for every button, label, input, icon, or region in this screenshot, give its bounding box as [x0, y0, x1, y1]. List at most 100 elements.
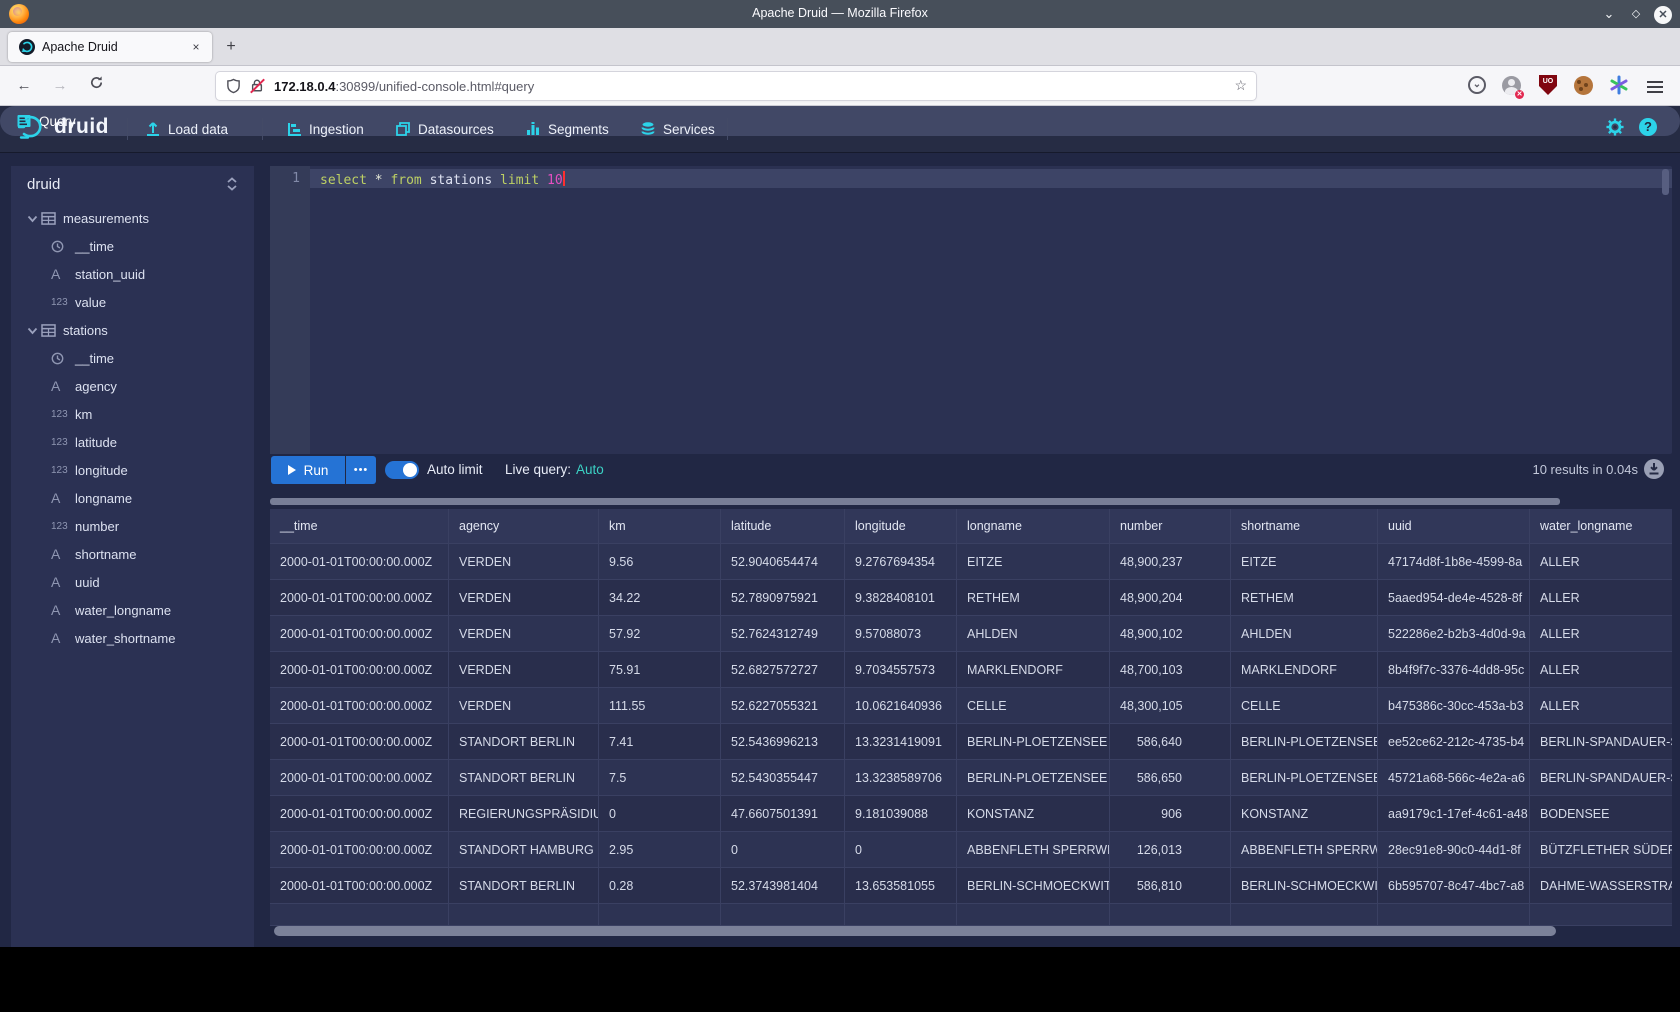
nav-datasources[interactable]: Datasources: [395, 117, 494, 141]
table-cell: [1378, 904, 1530, 925]
table-cell: 0: [599, 796, 721, 831]
forward-button[interactable]: →: [48, 74, 72, 98]
tree-column-number[interactable]: 123number: [11, 512, 254, 540]
column-header[interactable]: agency: [449, 509, 599, 543]
table-cell: 57.92: [599, 616, 721, 651]
tab-apache-druid[interactable]: Apache Druid ×: [8, 32, 212, 62]
table-row: 2000-01-01T00:00:00.000ZVERDEN75.9152.68…: [270, 652, 1672, 688]
nav-ingestion[interactable]: Ingestion: [286, 117, 364, 141]
table-cell: [270, 904, 449, 925]
string-type-icon: A: [51, 490, 75, 506]
column-header[interactable]: longname: [957, 509, 1110, 543]
tree-column-shortname[interactable]: Ashortname: [11, 540, 254, 568]
tree-column-__time[interactable]: __time: [11, 232, 254, 260]
tracking-shield-icon[interactable]: [226, 78, 241, 99]
table-cell: 586,810: [1110, 868, 1231, 903]
schema-name: druid: [27, 176, 60, 193]
table-cell: 906: [1110, 796, 1231, 831]
nav-services[interactable]: Services: [640, 117, 715, 141]
table-cell: 48,900,237: [1110, 544, 1231, 579]
table-row: 2000-01-01T00:00:00.000ZSTANDORT BERLIN7…: [270, 760, 1672, 796]
table-cell: STANDORT HAMBURG: [449, 832, 599, 867]
url-input[interactable]: 172.18.0.4:30899/unified-console.html#qu…: [216, 72, 1256, 100]
table-cell: VERDEN: [449, 580, 599, 615]
tree-column-longname[interactable]: Alongname: [11, 484, 254, 512]
table-horizontal-scrollbar-bottom[interactable]: [274, 926, 1556, 936]
tree-column-water_shortname[interactable]: Awater_shortname: [11, 624, 254, 652]
reload-button[interactable]: [84, 74, 108, 98]
run-more-button[interactable]: •••: [346, 456, 376, 484]
column-header[interactable]: uuid: [1378, 509, 1530, 543]
cookie-extension-icon[interactable]: [1572, 75, 1594, 97]
nav-query-active[interactable]: Query: [0, 106, 1680, 136]
tree-column-uuid[interactable]: Auuid: [11, 568, 254, 596]
firefox-window: Apache Druid — Mozilla Firefox ⌄ ◇ ✕ Apa…: [0, 0, 1680, 947]
sql-token: stations: [422, 173, 500, 188]
chevron-down-icon[interactable]: [27, 211, 41, 226]
nav-load-data[interactable]: Load data: [145, 117, 228, 141]
schema-sidebar: druid measurements__timeAstation_uuid123…: [11, 166, 254, 947]
schema-header[interactable]: druid: [27, 176, 238, 193]
table-cell: EITZE: [1231, 544, 1378, 579]
tab-close-icon[interactable]: ×: [188, 39, 204, 55]
tree-column-agency[interactable]: Aagency: [11, 372, 254, 400]
menu-hamburger-icon[interactable]: [1644, 75, 1666, 97]
tree-column-latitude[interactable]: 123latitude: [11, 428, 254, 456]
tab-bar: Apache Druid × +: [0, 28, 1680, 66]
insecure-lock-icon[interactable]: [250, 78, 266, 94]
extension-asterisk-icon[interactable]: [1608, 75, 1630, 97]
nav-separator: [127, 118, 128, 140]
tree-table-measurements[interactable]: measurements: [11, 204, 254, 232]
column-header[interactable]: latitude: [721, 509, 845, 543]
table-horizontal-scrollbar-top[interactable]: [270, 498, 1560, 505]
tree-column-value[interactable]: 123value: [11, 288, 254, 316]
column-header[interactable]: water_longname: [1530, 509, 1672, 543]
back-button[interactable]: ←: [12, 74, 36, 98]
nav-label: Load data: [168, 122, 228, 137]
table-cell: BERLIN-SPANDAUER-SCHIFFFAHRTSKANAL: [1530, 724, 1672, 759]
query-editor[interactable]: 1 select * from stations limit 10: [270, 166, 1672, 454]
sort-icon[interactable]: [226, 177, 238, 195]
tree-column-station_uuid[interactable]: Astation_uuid: [11, 260, 254, 288]
tree-column-label: longitude: [75, 463, 128, 478]
window-close-button[interactable]: ✕: [1652, 3, 1674, 25]
column-header[interactable]: longitude: [845, 509, 957, 543]
tree-column-km[interactable]: 123km: [11, 400, 254, 428]
column-header[interactable]: __time: [270, 509, 449, 543]
column-header[interactable]: shortname: [1231, 509, 1378, 543]
table-cell: BERLIN-SPANDAUER-SCHIFFFAHRTSKANAL: [1530, 760, 1672, 795]
column-header[interactable]: number: [1110, 509, 1231, 543]
tree-column-label: __time: [75, 239, 114, 254]
nav-segments[interactable]: Segments: [525, 117, 609, 141]
number-type-icon: 123: [51, 465, 75, 476]
help-icon[interactable]: ?: [1639, 118, 1657, 136]
druid-brand[interactable]: druid: [18, 114, 109, 140]
table-cell: 5aaed954-de4e-4528-8f: [1378, 580, 1530, 615]
chevron-down-icon[interactable]: [27, 323, 41, 338]
pocket-icon[interactable]: ⌄: [1466, 75, 1488, 97]
auto-limit-toggle[interactable]: [385, 461, 419, 479]
ublock-extension-icon[interactable]: UO: [1537, 75, 1559, 97]
toggle-knob: [403, 463, 417, 477]
window-minimize-button[interactable]: ⌄: [1598, 3, 1620, 25]
table-cell: 52.5430355447: [721, 760, 845, 795]
tree-table-stations[interactable]: stations: [11, 316, 254, 344]
editor-scrollbar[interactable]: [1662, 169, 1669, 195]
live-query[interactable]: Live query:Auto: [505, 462, 604, 477]
tree-column-__time[interactable]: __time: [11, 344, 254, 372]
table-cell: 0.28: [599, 868, 721, 903]
run-button[interactable]: Run: [271, 456, 345, 484]
tree-column-longitude[interactable]: 123longitude: [11, 456, 254, 484]
table-cell: KONSTANZ: [957, 796, 1110, 831]
tree-column-water_longname[interactable]: Awater_longname: [11, 596, 254, 624]
window-maximize-button[interactable]: ◇: [1625, 3, 1647, 25]
new-tab-button[interactable]: +: [222, 38, 240, 56]
download-icon[interactable]: [1644, 459, 1664, 479]
editor-gutter: 1: [270, 166, 310, 454]
account-icon[interactable]: ✕: [1500, 75, 1522, 97]
table-cell: 8b4f9f7c-3376-4dd8-95c: [1378, 652, 1530, 687]
settings-gear-icon[interactable]: [1606, 118, 1624, 141]
bookmark-star-icon[interactable]: ☆: [1234, 77, 1247, 94]
table-cell: 48,900,204: [1110, 580, 1231, 615]
column-header[interactable]: km: [599, 509, 721, 543]
